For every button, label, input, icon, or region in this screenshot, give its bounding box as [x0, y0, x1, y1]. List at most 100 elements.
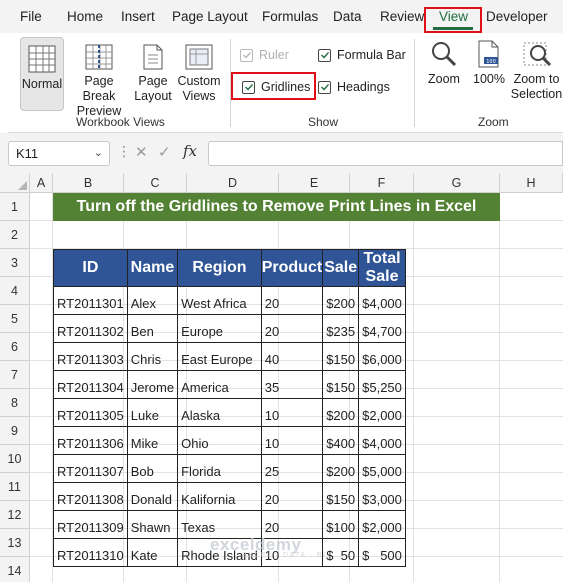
- header-total-sale[interactable]: Total Sale: [358, 249, 406, 287]
- formula-bar-checkbox[interactable]: Formula Bar: [318, 48, 406, 62]
- row-header-14[interactable]: 14: [0, 557, 30, 582]
- header-product[interactable]: Product: [260, 249, 324, 287]
- column-header-e[interactable]: E: [279, 173, 350, 193]
- cell-region[interactable]: Texas: [177, 510, 262, 539]
- row-header-4[interactable]: 4: [0, 277, 30, 305]
- column-header-c[interactable]: C: [124, 173, 187, 193]
- cell-region[interactable]: Kalifornia: [177, 482, 262, 511]
- header-sale[interactable]: Sale: [322, 249, 360, 287]
- cell-sale[interactable]: $150: [322, 342, 360, 371]
- custom-views-button[interactable]: Custom Views: [174, 43, 224, 109]
- page-break-preview-button[interactable]: Page Break Preview: [68, 43, 130, 118]
- header-id[interactable]: ID: [53, 249, 128, 287]
- row-header-7[interactable]: 7: [0, 361, 30, 389]
- row-header-11[interactable]: 11: [0, 473, 30, 501]
- cell-region[interactable]: East Europe: [177, 342, 262, 371]
- cell-product[interactable]: 20: [260, 286, 324, 315]
- cell-region[interactable]: Europe: [177, 314, 262, 343]
- tab-formulas[interactable]: Formulas: [262, 9, 318, 24]
- cell-total-sale[interactable]: $3,000: [358, 482, 406, 511]
- cell-id[interactable]: RT2011307: [53, 454, 128, 483]
- confirm-icon[interactable]: ✓: [158, 143, 171, 161]
- cell-sale[interactable]: $150: [322, 370, 360, 399]
- insert-function-icon[interactable]: fx: [183, 142, 197, 160]
- row-header-9[interactable]: 9: [0, 417, 30, 445]
- cell-total-sale[interactable]: $4,000: [358, 426, 406, 455]
- cell-sale[interactable]: $200: [322, 286, 360, 315]
- cell-total-sale[interactable]: $4,000: [358, 286, 406, 315]
- column-header-b[interactable]: B: [53, 173, 124, 193]
- cell-id[interactable]: RT2011302: [53, 314, 128, 343]
- row-header-2[interactable]: 2: [0, 221, 30, 249]
- tab-data[interactable]: Data: [333, 9, 362, 24]
- cell-sale[interactable]: $200: [322, 398, 360, 427]
- cell-product[interactable]: 10: [260, 426, 324, 455]
- cell-sale[interactable]: $50: [322, 538, 360, 567]
- cell-sale[interactable]: $400: [322, 426, 360, 455]
- row-header-12[interactable]: 12: [0, 501, 30, 529]
- cell-product[interactable]: 10: [260, 398, 324, 427]
- cancel-icon[interactable]: ✕: [135, 143, 148, 161]
- cell-total-sale[interactable]: $2,000: [358, 398, 406, 427]
- header-name[interactable]: Name: [126, 249, 179, 287]
- cell-name[interactable]: Mike: [126, 426, 179, 455]
- cell-sale[interactable]: $200: [322, 454, 360, 483]
- cell-id[interactable]: RT2011303: [53, 342, 128, 371]
- cell-name[interactable]: Alex: [126, 286, 179, 315]
- cell-region[interactable]: Ohio: [177, 426, 262, 455]
- row-header-5[interactable]: 5: [0, 305, 30, 333]
- cell-id[interactable]: RT2011306: [53, 426, 128, 455]
- ruler-checkbox[interactable]: Ruler: [240, 48, 289, 62]
- cell-name[interactable]: Donald: [126, 482, 179, 511]
- zoom-button[interactable]: Zoom: [422, 39, 466, 109]
- column-header-f[interactable]: F: [350, 173, 414, 193]
- cell-product[interactable]: 25: [260, 454, 324, 483]
- cell-name[interactable]: Kate: [126, 538, 179, 567]
- cell-sale[interactable]: $100: [322, 510, 360, 539]
- row-header-13[interactable]: 13: [0, 529, 30, 557]
- tab-developer[interactable]: Developer: [486, 9, 548, 24]
- row-header-1[interactable]: 1: [0, 193, 30, 221]
- cell-region[interactable]: West Africa: [177, 286, 262, 315]
- page-layout-view-button[interactable]: Page Layout: [132, 43, 174, 109]
- select-all-corner[interactable]: [0, 173, 30, 193]
- cell-name[interactable]: Shawn: [126, 510, 179, 539]
- column-header-a[interactable]: A: [30, 173, 53, 193]
- cell-sale[interactable]: $150: [322, 482, 360, 511]
- more-options-icon[interactable]: ⋮: [117, 143, 131, 160]
- tab-insert[interactable]: Insert: [121, 9, 155, 24]
- tab-review[interactable]: Review: [380, 9, 424, 24]
- column-header-d[interactable]: D: [187, 173, 279, 193]
- chevron-down-icon[interactable]: ⌄: [94, 146, 103, 159]
- cell-id[interactable]: RT2011301: [53, 286, 128, 315]
- name-box[interactable]: K11 ⌄: [8, 141, 110, 166]
- cell-product[interactable]: 20: [260, 482, 324, 511]
- cell-product[interactable]: 20: [260, 510, 324, 539]
- header-region[interactable]: Region: [177, 249, 262, 287]
- cell-product[interactable]: 35: [260, 370, 324, 399]
- row-header-8[interactable]: 8: [0, 389, 30, 417]
- cell-region[interactable]: Florida: [177, 454, 262, 483]
- cell-total-sale[interactable]: $5,000: [358, 454, 406, 483]
- normal-view-button[interactable]: Normal: [20, 37, 64, 111]
- cell-name[interactable]: Chris: [126, 342, 179, 371]
- cell-id[interactable]: RT2011309: [53, 510, 128, 539]
- column-header-g[interactable]: G: [414, 173, 500, 193]
- cell-region[interactable]: America: [177, 370, 262, 399]
- cell-name[interactable]: Ben: [126, 314, 179, 343]
- column-header-h[interactable]: H: [500, 173, 563, 193]
- cell-total-sale[interactable]: $2,000: [358, 510, 406, 539]
- zoom-100-button[interactable]: 100 100%: [468, 39, 510, 109]
- cell-total-sale[interactable]: $4,700: [358, 314, 406, 343]
- tab-page-layout[interactable]: Page Layout: [172, 9, 248, 24]
- cell-product[interactable]: 20: [260, 314, 324, 343]
- cell-product[interactable]: 40: [260, 342, 324, 371]
- cell-total-sale[interactable]: $5,250: [358, 370, 406, 399]
- cell-name[interactable]: Jerome: [126, 370, 179, 399]
- cell-region[interactable]: Alaska: [177, 398, 262, 427]
- cell-sale[interactable]: $235: [322, 314, 360, 343]
- tab-file[interactable]: File: [20, 9, 42, 24]
- row-header-3[interactable]: 3: [0, 249, 30, 277]
- zoom-to-selection-button[interactable]: Zoom to Selection: [510, 39, 563, 109]
- cell-product[interactable]: 10: [260, 538, 324, 567]
